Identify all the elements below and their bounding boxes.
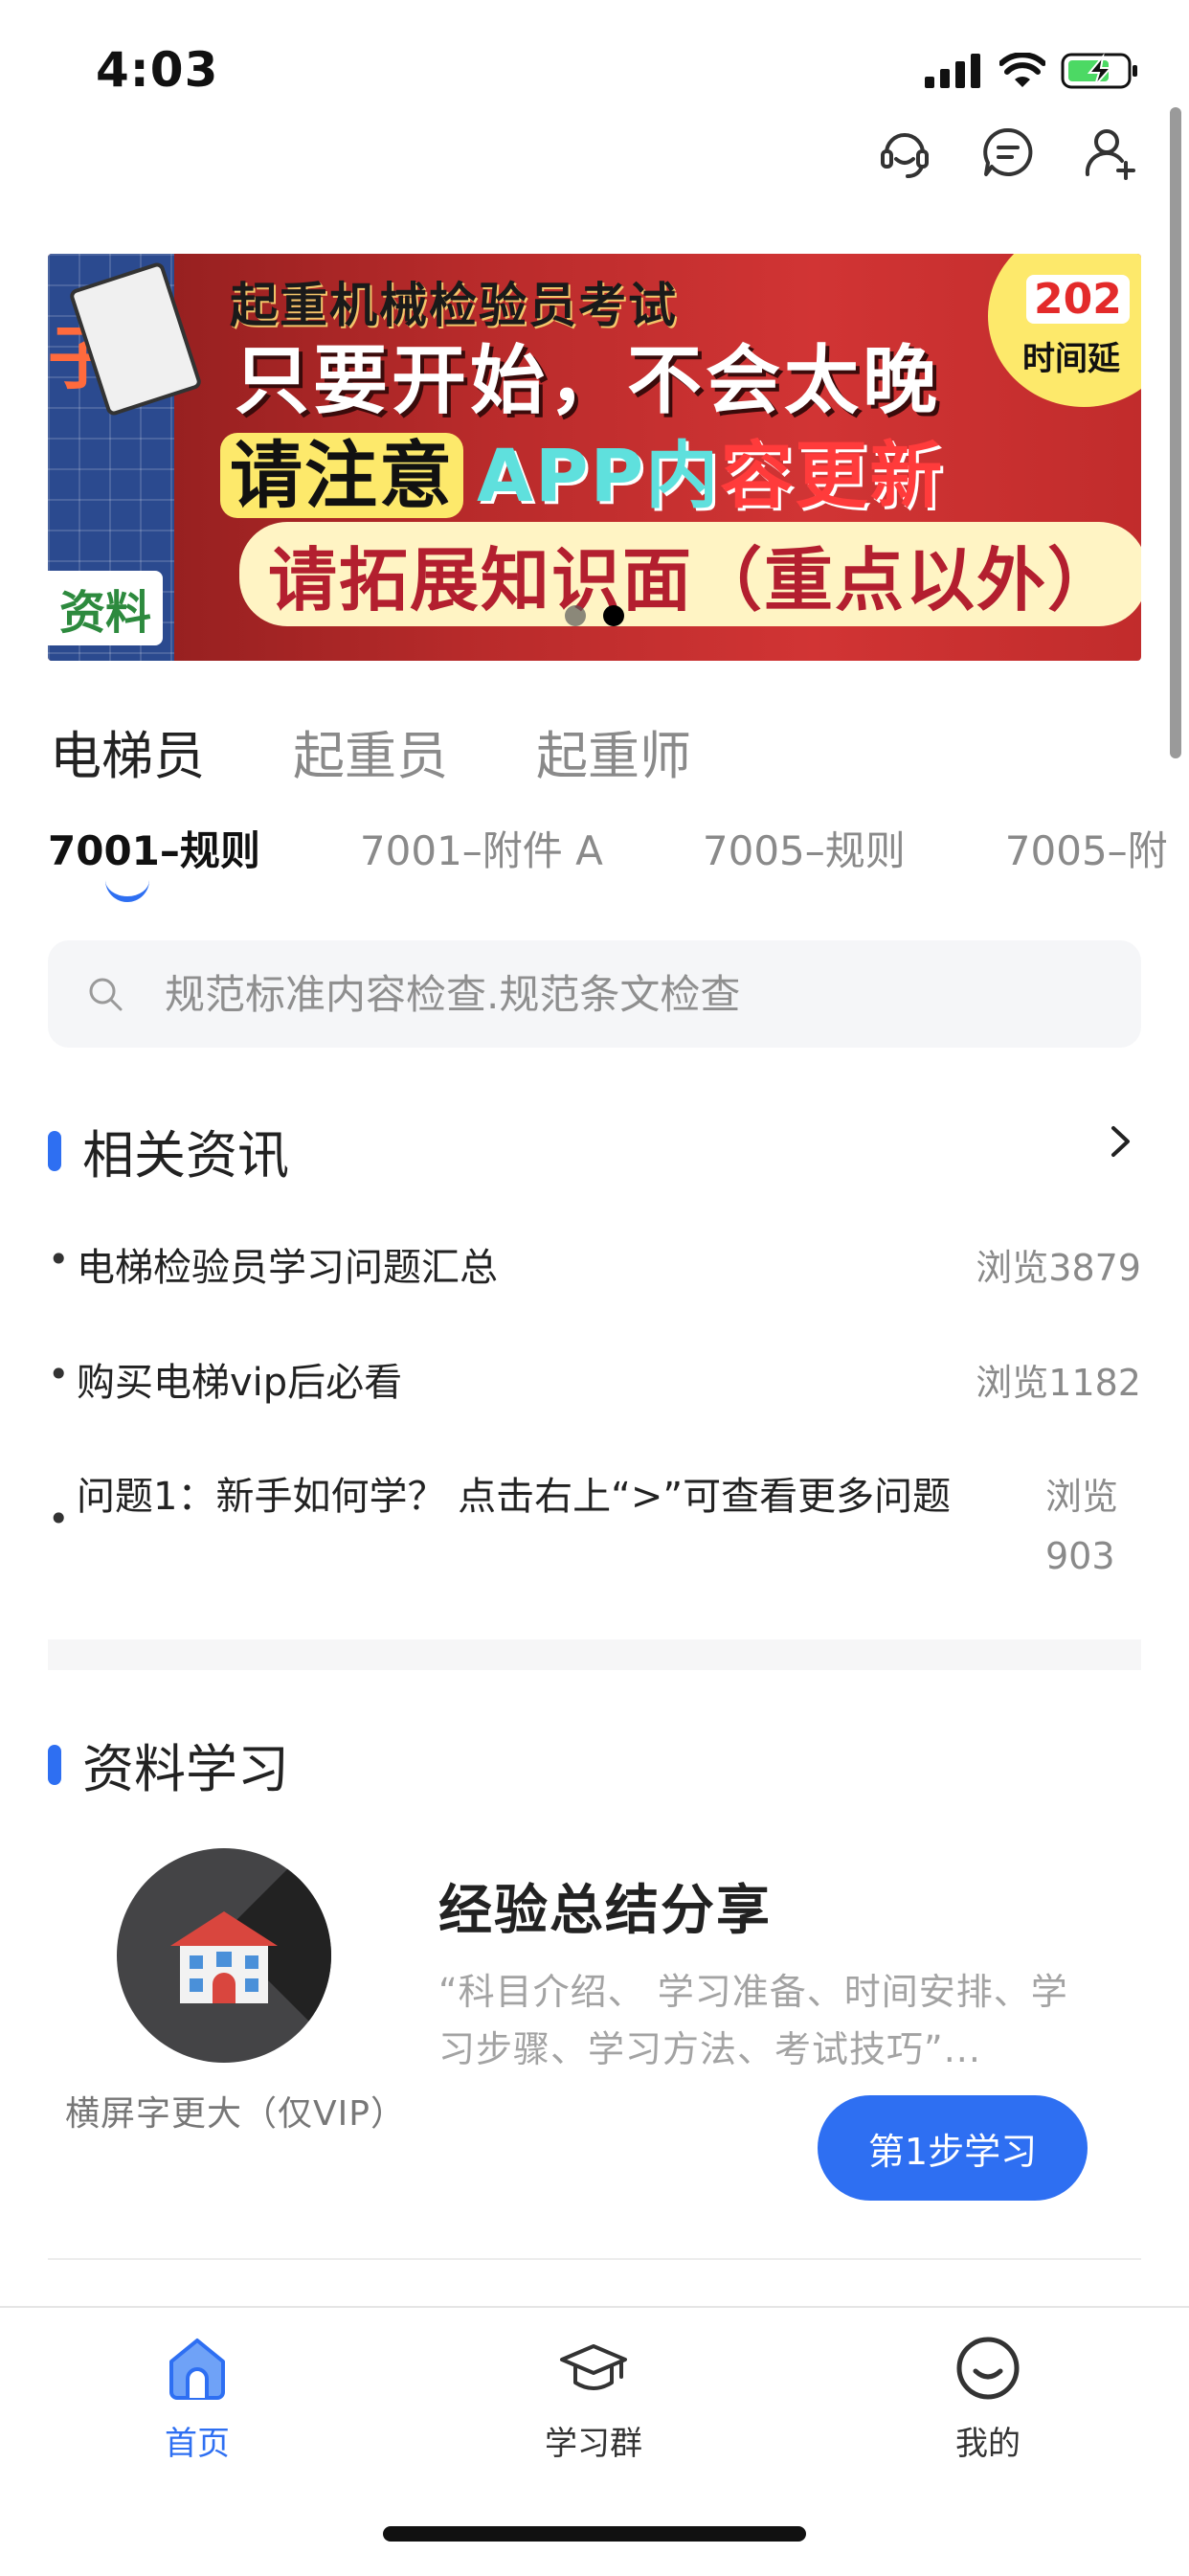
chevron-right-icon[interactable] (1101, 1122, 1139, 1161)
banner-dot-2[interactable] (603, 605, 624, 626)
banner-dot-1[interactable] (565, 605, 586, 626)
subtab-7005-appendix[interactable]: 7005–附 (1005, 819, 1168, 877)
tab-crane-engineer[interactable]: 起重师 (536, 713, 691, 789)
banner-notice-app: APP内 (477, 433, 721, 518)
banner-notice-label: 请注意 (220, 433, 463, 518)
top-actions (875, 123, 1141, 182)
banner-badge: 202 时间延 (988, 254, 1141, 407)
content-divider (48, 2258, 1141, 2260)
tab-crane-inspector[interactable]: 起重员 (293, 713, 448, 789)
news-section-title: 相关资讯 (82, 1125, 289, 1186)
banner-badge-text: 时间延 (1022, 340, 1120, 378)
cover-caption: 横屏字更大（仅VIP） (65, 2094, 406, 2134)
add-user-icon[interactable] (1082, 123, 1141, 182)
news-title: 购买电梯vip后必看 (77, 1361, 403, 1405)
home-icon (169, 2339, 225, 2400)
study-cover-image[interactable] (117, 1848, 331, 2063)
nav-home[interactable]: 首页 (101, 2333, 293, 2464)
banner-tip: 请拓展知识面（重点以外） (239, 522, 1141, 626)
nav-me-label: 我的 (955, 2425, 1021, 2463)
study-section-header: 资料学习 (48, 1727, 289, 1802)
subtab-7001-rules[interactable]: 7001–规则 (48, 819, 260, 877)
news-item[interactable]: • 问题1：新手如何学？ 点击右上“>”可查看更多问题 浏览 903 (48, 1467, 1141, 1577)
category-tabs: 电梯员 起重员 起重师 (50, 713, 691, 789)
banner-pagination (565, 605, 624, 626)
status-icons (925, 50, 1139, 92)
start-step1-button[interactable]: 第1步学习 (818, 2095, 1088, 2201)
section-divider (48, 1639, 1141, 1670)
wifi-icon (999, 53, 1045, 87)
news-bullet: • (48, 1498, 70, 1540)
customer-service-icon[interactable] (875, 123, 934, 182)
tab-elevator-inspector[interactable]: 电梯员 (50, 713, 205, 789)
news-item[interactable]: • 电梯检验员学习问题汇总 浏览3879 (48, 1238, 1141, 1298)
news-views: 浏览3879 (976, 1247, 1141, 1289)
nav-me[interactable]: 我的 (892, 2333, 1084, 2464)
study-card-title[interactable]: 经验总结分享 (438, 1867, 772, 1945)
news-section-header: 相关资讯 (48, 1113, 289, 1188)
subtab-active-indicator (105, 877, 149, 902)
subtab-7001-appendix-a[interactable]: 7001–附件 A (360, 819, 603, 877)
news-item[interactable]: • 购买电梯vip后必看 浏览1182 (48, 1353, 1141, 1412)
banner-badge-year: 202 (1026, 275, 1130, 324)
section-accent-bar (48, 1744, 61, 1785)
study-card-description: “科目介绍、 学习准备、时间安排、学习步骤、学习方法、考试技巧”... (438, 1971, 1068, 2070)
promo-banner[interactable]: 子 资料 起重机械检验员考试 只要开始，不会太晚 请注意 APP内容更新 请拓展知… (48, 254, 1141, 661)
news-bullet: • (48, 1353, 70, 1395)
cellular-signal-icon (925, 54, 980, 88)
status-time: 4:03 (96, 42, 219, 98)
news-bullet: • (48, 1238, 70, 1280)
search-icon (89, 978, 123, 1011)
news-views: 浏览 903 (1045, 1476, 1119, 1577)
nav-study-group[interactable]: 学习群 (498, 2333, 689, 2464)
news-title: 电梯检验员学习问题汇总 (77, 1246, 498, 1290)
school-building-icon (170, 1911, 278, 2003)
message-icon[interactable] (978, 123, 1038, 182)
banner-slogan: 只要开始，不会太晚 (235, 338, 942, 424)
news-title: 问题1：新手如何学？ 点击右上“>”可查看更多问题 (77, 1475, 952, 1519)
battery-charging-icon (1061, 53, 1137, 89)
home-indicator[interactable] (383, 2526, 806, 2542)
search-input[interactable] (163, 969, 1028, 1019)
smile-icon (956, 2337, 1020, 2400)
scroll-indicator[interactable] (1170, 107, 1181, 758)
search-bar[interactable] (48, 940, 1141, 1048)
banner-left-tag: 资料 (48, 571, 164, 645)
nav-home-label: 首页 (165, 2425, 230, 2463)
news-views: 浏览1182 (976, 1362, 1141, 1404)
banner-notice-update: 容更新 (720, 433, 945, 518)
sub-tabs: 7001–规则 7001–附件 A 7005–规则 7005–附 (48, 819, 1168, 877)
study-section-title: 资料学习 (82, 1739, 289, 1799)
graduation-cap-icon (560, 2344, 627, 2390)
section-accent-bar (48, 1130, 61, 1171)
banner-notice: 请注意 APP内容更新 (220, 417, 944, 522)
subtab-7005-rules[interactable]: 7005–规则 (703, 819, 906, 877)
nav-study-group-label: 学习群 (545, 2425, 642, 2463)
